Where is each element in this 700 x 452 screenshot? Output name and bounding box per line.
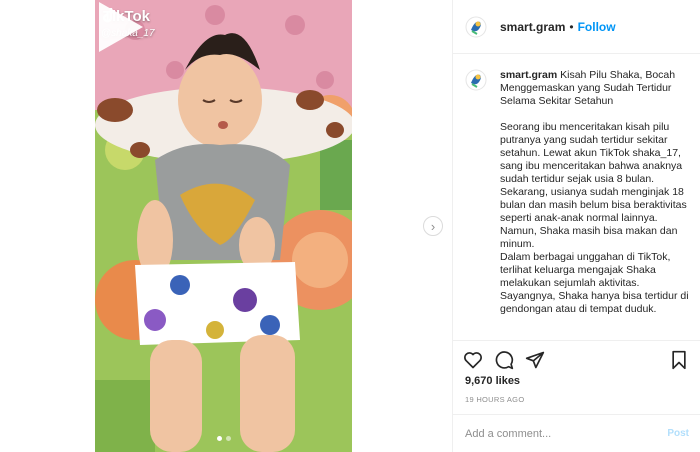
bookmark-icon[interactable] [669, 350, 689, 370]
separator-dot: • [569, 19, 574, 34]
video-frame-image [95, 0, 352, 452]
follow-button[interactable]: Follow [578, 20, 616, 34]
post-timestamp: 19 HOURS AGO [465, 395, 525, 404]
play-icon[interactable] [95, 0, 145, 54]
post-header: smart.gram • Follow [453, 0, 700, 54]
caption-username[interactable]: smart.gram [500, 69, 557, 81]
share-icon[interactable] [525, 350, 545, 370]
carousel-dot [217, 436, 222, 441]
caption-text: smart.gram Kisah Pilu Shaka, Bocah Mengg… [500, 69, 689, 316]
comment-bar: Post [453, 414, 700, 452]
post-comment-button[interactable]: Post [667, 428, 689, 439]
action-bar [453, 340, 700, 378]
caption-avatar[interactable] [465, 69, 487, 91]
video-player[interactable]: TikTok @shaka_17 [95, 0, 352, 452]
comment-icon[interactable] [494, 350, 514, 370]
header-username[interactable]: smart.gram [500, 20, 565, 34]
smartgram-logo-icon [465, 69, 487, 91]
post-side-panel: smart.gram • Follow smart.gram Kisah Pil… [452, 0, 700, 452]
caption-area: smart.gram Kisah Pilu Shaka, Bocah Mengg… [453, 55, 700, 340]
media-area: TikTok @shaka_17 › [0, 0, 452, 452]
chevron-right-icon[interactable]: › [423, 216, 443, 236]
avatar[interactable] [465, 15, 487, 38]
caption-row: smart.gram Kisah Pilu Shaka, Bocah Mengg… [465, 69, 689, 316]
likes-count[interactable]: 9,670 likes [465, 375, 520, 387]
smartgram-logo-icon [465, 16, 487, 37]
heart-icon[interactable] [463, 350, 483, 370]
instagram-post-modal: TikTok @shaka_17 › smart.gr [0, 0, 700, 452]
caption-body: Seorang ibu menceritakan kisah pilu putr… [500, 121, 689, 315]
carousel-indicator [217, 436, 231, 441]
carousel-dot [226, 436, 231, 441]
comment-input[interactable] [465, 427, 668, 440]
